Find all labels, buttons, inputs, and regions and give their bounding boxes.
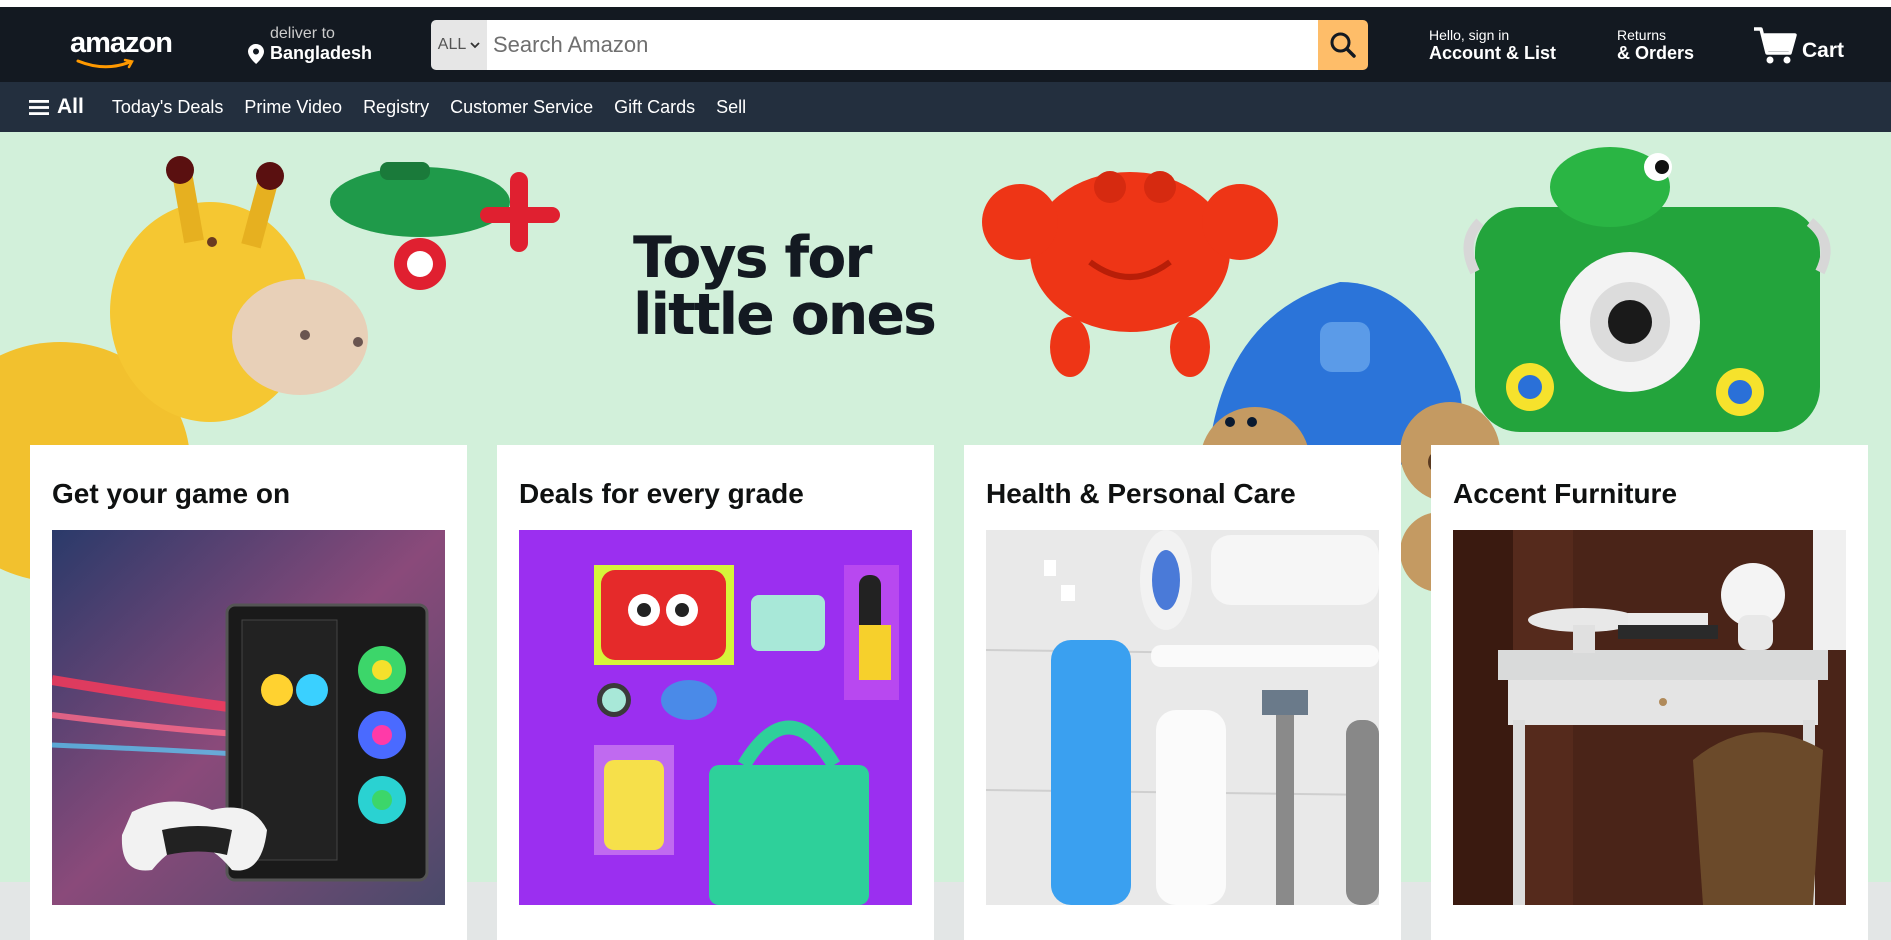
nav-item-customer-service[interactable]: Customer Service: [450, 97, 593, 118]
all-menu-button[interactable]: All: [29, 95, 84, 119]
returns-label: Returns: [1617, 27, 1667, 43]
crab-toy-image: [982, 171, 1278, 377]
hamburger-icon: [29, 99, 49, 115]
search-icon: [1330, 32, 1356, 58]
airplane-toy-image: [330, 162, 560, 290]
returns-orders[interactable]: Returns & Orders: [1617, 27, 1694, 64]
card-title: Health & Personal Care: [986, 478, 1296, 509]
cart-label: Cart: [1802, 39, 1845, 62]
cart-icon: [1754, 27, 1797, 64]
all-menu-label: All: [57, 95, 84, 118]
cart-button[interactable]: Cart: [1752, 25, 1844, 65]
nav-item-todays-deals[interactable]: Today's Deals: [112, 97, 224, 118]
school-supplies-image[interactable]: [519, 530, 912, 905]
chevron-down-icon: [470, 42, 480, 49]
search-bar: ALL: [431, 20, 1368, 70]
card-title: Accent Furniture: [1453, 478, 1678, 509]
card-gaming[interactable]: Get your game on: [30, 445, 467, 940]
account-menu[interactable]: Hello, sign in Account & List: [1429, 27, 1556, 64]
nav-item-prime-video[interactable]: Prime Video: [244, 97, 342, 118]
health-care-image[interactable]: [986, 530, 1379, 905]
card-school-deals[interactable]: Deals for every grade: [497, 445, 934, 940]
orders-label: & Orders: [1617, 43, 1695, 63]
nav-item-sell[interactable]: Sell: [716, 97, 746, 118]
card-title: Get your game on: [52, 478, 291, 509]
gaming-pc-image[interactable]: [52, 530, 445, 905]
search-category-label: ALL: [437, 36, 467, 53]
deliver-to[interactable]: deliver to Bangladesh: [248, 24, 372, 64]
card-title: Deals for every grade: [519, 478, 804, 509]
search-button[interactable]: [1318, 20, 1368, 70]
hero-title: Toys for little ones: [633, 225, 937, 348]
account-greeting: Hello, sign in: [1429, 27, 1510, 43]
search-category-dropdown[interactable]: ALL: [431, 20, 487, 70]
card-accent-furniture[interactable]: Accent Furniture: [1431, 445, 1868, 940]
sub-navbar: All Today's Deals Prime Video Registry C…: [0, 82, 1891, 132]
card-health-care[interactable]: Health & Personal Care: [964, 445, 1401, 940]
accent-furniture-image[interactable]: [1453, 530, 1846, 905]
deliver-label: deliver to: [270, 25, 335, 42]
nav-item-gift-cards[interactable]: Gift Cards: [614, 97, 695, 118]
deliver-location: Bangladesh: [270, 43, 373, 63]
dinosaur-camera-toy-image: [1463, 147, 1831, 432]
location-pin-icon: [248, 43, 264, 64]
main-navbar: amazon deliver to Bangladesh ALL Search …: [0, 7, 1891, 82]
search-input[interactable]: [487, 20, 1318, 70]
hero-title-line1: Toys for: [633, 225, 872, 291]
amazon-logo[interactable]: amazon: [70, 27, 175, 71]
account-label: Account & List: [1429, 43, 1557, 63]
nav-item-registry[interactable]: Registry: [363, 97, 429, 118]
hero-title-line2: little ones: [633, 282, 937, 348]
top-strip: [0, 0, 1891, 7]
smile-arrow-icon: [76, 58, 134, 69]
hero-banner[interactable]: Toys for little ones Get your game on De…: [0, 132, 1891, 940]
logo-text: amazon: [70, 27, 173, 59]
